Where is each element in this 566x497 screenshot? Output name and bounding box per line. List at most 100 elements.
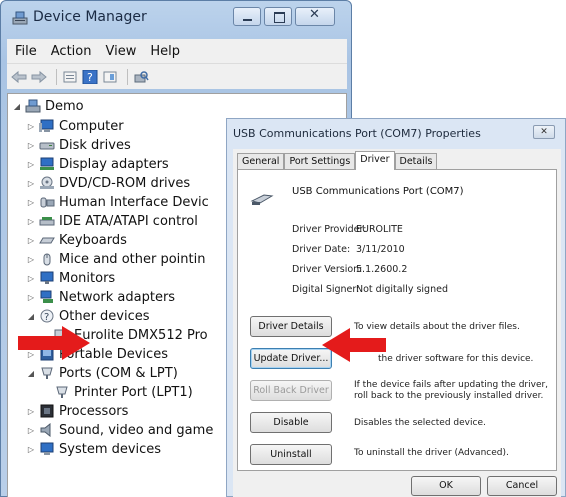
tree-item-dvd-drives[interactable]: ▷ DVD/CD-ROM drives xyxy=(26,173,190,193)
svg-text:?: ? xyxy=(44,312,49,323)
hid-icon xyxy=(40,197,55,208)
tree-item-network[interactable]: ▷ Network adapters xyxy=(26,287,175,307)
keyboard-icon xyxy=(39,237,55,244)
menu-bar: File Action View Help xyxy=(7,39,347,63)
tree-item-label: Monitors xyxy=(59,270,116,286)
expand-icon[interactable]: ▷ xyxy=(26,445,36,454)
help-icon[interactable]: ? xyxy=(82,69,98,84)
monitor-icon xyxy=(40,271,54,284)
expand-icon[interactable]: ▷ xyxy=(26,122,36,131)
tree-item-hid[interactable]: ▷ Human Interface Devic xyxy=(26,192,209,212)
tree-root[interactable]: ◢ Demo xyxy=(12,96,84,116)
tree-item-system[interactable]: ▷ System devices xyxy=(26,439,161,459)
version-value: 5.1.2600.2 xyxy=(356,264,408,275)
tree-item-label: System devices xyxy=(59,441,162,457)
menu-action[interactable]: Action xyxy=(51,44,92,59)
tree-item-label: Network adapters xyxy=(59,289,176,305)
expand-icon[interactable]: ▷ xyxy=(26,160,36,169)
expand-icon[interactable]: ▷ xyxy=(26,217,36,226)
menu-file[interactable]: File xyxy=(15,44,37,59)
other-devices-icon: ? xyxy=(40,309,54,323)
port-icon xyxy=(41,367,53,379)
display-adapter-icon xyxy=(40,157,54,170)
tree-item-mice[interactable]: ▷ Mice and other pointin xyxy=(26,249,206,269)
tree-item-ports[interactable]: ◢ Ports (COM & LPT) xyxy=(26,363,178,383)
uninstall-desc: To uninstall the driver (Advanced). xyxy=(354,448,509,458)
tree-item-printer-port[interactable]: Printer Port (LPT1) xyxy=(54,382,193,402)
tree-item-display-adapters[interactable]: ▷ Display adapters xyxy=(26,154,169,174)
update-driver-button[interactable]: Update Driver... xyxy=(250,348,332,369)
printer-port-icon xyxy=(56,386,68,398)
tree-item-sound[interactable]: ▷ Sound, video and game xyxy=(26,420,213,440)
close-button[interactable] xyxy=(295,7,335,26)
collapse-icon[interactable]: ◢ xyxy=(26,312,36,321)
network-adapter-icon xyxy=(40,290,53,303)
tree-item-label: Printer Port (LPT1) xyxy=(74,384,193,400)
tab-general[interactable]: General xyxy=(237,153,285,169)
expand-icon[interactable]: ▷ xyxy=(26,255,36,264)
driver-tab-panel: USB Communications Port (COM7) Driver Pr… xyxy=(237,169,557,471)
tree-item-other-devices[interactable]: ◢ ? Other devices xyxy=(26,306,150,326)
cancel-button[interactable]: Cancel xyxy=(487,476,557,496)
tree-item-label: Eurolite DMX512 Pro xyxy=(74,327,208,343)
disable-desc: Disables the selected device. xyxy=(354,418,486,428)
collapse-icon[interactable]: ◢ xyxy=(12,102,22,111)
expand-icon[interactable]: ▷ xyxy=(26,407,36,416)
properties-view-icon[interactable] xyxy=(62,70,78,84)
roll-back-driver-button[interactable]: Roll Back Driver xyxy=(250,380,332,401)
tree-item-processors[interactable]: ▷ Processors xyxy=(26,401,128,421)
svg-text:?: ? xyxy=(87,71,93,84)
menu-view[interactable]: View xyxy=(105,44,136,59)
arrow-right-annotation xyxy=(18,326,90,360)
show-hidden-icon[interactable] xyxy=(102,70,118,84)
tree-item-disk-drives[interactable]: ▷ Disk drives xyxy=(26,135,131,155)
disk-drive-icon xyxy=(39,142,55,150)
tree-item-label: Computer xyxy=(59,118,124,134)
tree-item-keyboards[interactable]: ▷ Keyboards xyxy=(26,230,127,250)
expand-icon[interactable]: ▷ xyxy=(26,274,36,283)
tree-item-label: Keyboards xyxy=(59,232,127,248)
tree-item-label: Disk drives xyxy=(59,137,131,153)
tab-port-settings[interactable]: Port Settings xyxy=(284,153,356,169)
tree-item-label: Ports (COM & LPT) xyxy=(59,365,178,381)
provider-value: EUROLITE xyxy=(356,224,403,235)
computer-root-icon xyxy=(25,99,41,113)
back-arrow-icon[interactable] xyxy=(11,70,27,84)
expand-icon[interactable]: ▷ xyxy=(26,141,36,150)
minimize-button[interactable] xyxy=(233,7,261,26)
roll-back-desc: If the device fails after updating the d… xyxy=(354,380,549,401)
disable-button[interactable]: Disable xyxy=(250,412,332,433)
tree-item-computer[interactable]: ▷ Computer xyxy=(26,116,124,136)
expand-icon[interactable]: ▷ xyxy=(26,179,36,188)
scan-hardware-icon[interactable] xyxy=(133,70,149,84)
uninstall-button[interactable]: Uninstall xyxy=(250,444,332,465)
maximize-button[interactable] xyxy=(264,7,292,26)
signer-label: Digital Signer: xyxy=(292,284,360,295)
expand-icon[interactable]: ▷ xyxy=(26,198,36,207)
processor-icon xyxy=(40,404,54,418)
tree-item-monitors[interactable]: ▷ Monitors xyxy=(26,268,115,288)
dialog-close-button[interactable]: ✕ xyxy=(533,125,555,139)
expand-icon[interactable]: ▷ xyxy=(26,236,36,245)
date-value: 3/11/2010 xyxy=(356,244,405,255)
computer-icon xyxy=(39,119,54,132)
expand-icon[interactable]: ▷ xyxy=(26,426,36,435)
title-bar[interactable]: Device Manager xyxy=(1,1,351,35)
tab-strip: General Port Settings Driver Details xyxy=(237,151,438,170)
driver-details-button[interactable]: Driver Details xyxy=(250,316,332,337)
ok-button[interactable]: OK xyxy=(411,476,481,496)
forward-arrow-icon[interactable] xyxy=(31,70,47,84)
tree-root-label: Demo xyxy=(45,98,84,114)
collapse-icon[interactable]: ◢ xyxy=(26,369,36,378)
tree-item-label: Mice and other pointin xyxy=(59,251,206,267)
sound-icon xyxy=(40,423,51,437)
expand-icon[interactable]: ▷ xyxy=(26,293,36,302)
ide-controller-icon xyxy=(39,217,55,226)
menu-help[interactable]: Help xyxy=(150,44,180,59)
window-title: Device Manager xyxy=(33,9,147,25)
dvd-drive-icon xyxy=(40,176,54,189)
tab-details[interactable]: Details xyxy=(394,153,438,169)
tab-driver[interactable]: Driver xyxy=(355,151,395,170)
tree-item-ide[interactable]: ▷ IDE ATA/ATAPI control xyxy=(26,211,198,231)
device-manager-icon xyxy=(12,11,28,25)
